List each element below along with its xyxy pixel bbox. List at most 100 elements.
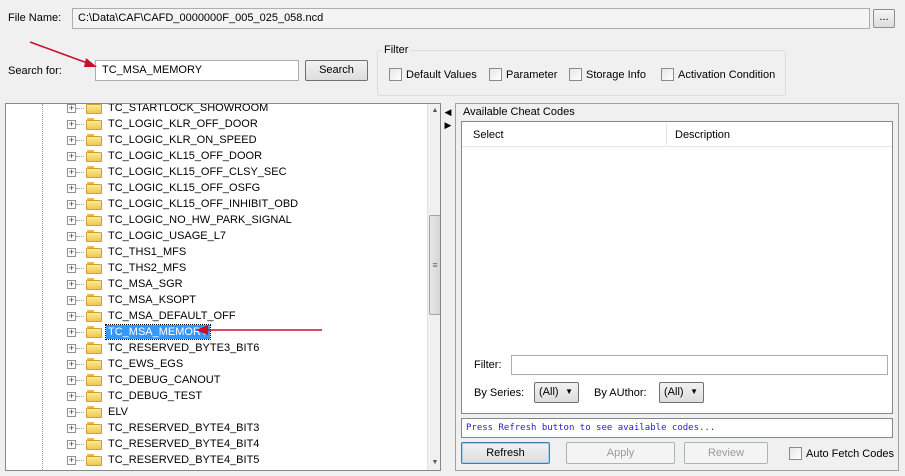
tree-node-label[interactable]: TC_RESERVED_BYTE3_BIT6 <box>106 341 261 355</box>
tree-node-label-selected[interactable]: TC_MSA_MEMORY <box>104 324 212 340</box>
tree-node-label[interactable]: TC_LOGIC_KL15_OFF_INHIBIT_OBD <box>106 197 300 211</box>
search-button[interactable]: Search <box>305 60 368 81</box>
storage-info-checkbox[interactable] <box>569 68 582 81</box>
tree-node-label[interactable]: ELV <box>106 405 130 419</box>
expand-plus-icon[interactable]: + <box>67 312 76 321</box>
expand-plus-icon[interactable]: + <box>67 152 76 161</box>
tree-node[interactable]: + TC_LOGIC_KL15_OFF_OSFG <box>6 180 426 196</box>
expand-plus-icon[interactable]: + <box>67 392 76 401</box>
tree-node[interactable]: + TC_RESERVED_BYTE3_BIT6 <box>6 340 426 356</box>
default-values-checkbox[interactable] <box>389 68 402 81</box>
tree-node[interactable]: + TC_DEBUG_TEST <box>6 388 426 404</box>
tree-node-label[interactable]: TC_RESERVED_BYTE4_BIT5 <box>106 453 261 467</box>
tree-node[interactable]: + TC_LOGIC_KLR_ON_SPEED <box>6 132 426 148</box>
tree-node-label[interactable]: TC_MSA_KSOPT <box>106 293 198 307</box>
tree-node[interactable]: + TC_RESERVED_BYTE4_BIT3 <box>6 420 426 436</box>
tree-node-label[interactable]: TC_DEBUG_CANOUT <box>106 373 222 387</box>
column-description[interactable]: Description <box>675 129 730 141</box>
expand-plus-icon[interactable]: + <box>67 344 76 353</box>
tree-node[interactable]: + TC_LOGIC_KL15_OFF_CLSY_SEC <box>6 164 426 180</box>
tree-connector <box>76 268 84 269</box>
expand-plus-icon[interactable]: + <box>67 328 76 337</box>
expand-plus-icon[interactable]: + <box>67 248 76 257</box>
expand-plus-icon[interactable]: + <box>67 456 76 465</box>
browse-button[interactable]: ... <box>873 9 895 28</box>
expand-plus-icon[interactable]: + <box>67 232 76 241</box>
tree-node-label[interactable]: TC_THS1_MFS <box>106 245 188 259</box>
file-name-field[interactable]: C:\Data\CAF\CAFD_0000000F_005_025_058.nc… <box>72 8 870 29</box>
expand-plus-icon[interactable]: + <box>67 216 76 225</box>
filter-parameter[interactable]: Parameter <box>489 68 557 81</box>
tree-node-label[interactable]: TC_THS2_MFS <box>106 261 188 275</box>
expand-right-icon[interactable]: ▶ <box>443 120 453 131</box>
tree-node-label[interactable]: TC_RESERVED_BYTE4_BIT4 <box>106 437 261 451</box>
collapse-left-icon[interactable]: ◀ <box>443 107 453 118</box>
search-input[interactable]: TC_MSA_MEMORY <box>95 60 299 81</box>
auto-fetch-option[interactable]: Auto Fetch Codes <box>789 447 894 460</box>
expand-plus-icon[interactable]: + <box>67 184 76 193</box>
tree-node-label[interactable]: TC_LOGIC_NO_HW_PARK_SIGNAL <box>106 213 294 227</box>
tree-scrollbar[interactable]: ▲ ≡ ▼ <box>427 104 440 470</box>
expand-plus-icon[interactable]: + <box>67 280 76 289</box>
code-filter-input[interactable] <box>511 355 888 375</box>
review-button[interactable]: Review <box>684 442 768 464</box>
tree-node[interactable]: + TC_LOGIC_KL15_OFF_INHIBIT_OBD <box>6 196 426 212</box>
expand-plus-icon[interactable]: + <box>67 376 76 385</box>
filter-activation-condition[interactable]: Activation Condition <box>661 68 775 81</box>
expand-plus-icon[interactable]: + <box>67 264 76 273</box>
tree-node-label[interactable]: TC_LOGIC_KL15_OFF_DOOR <box>106 149 264 163</box>
tree-node[interactable]: + TC_LOGIC_USAGE_L7 <box>6 228 426 244</box>
tree-node[interactable]: + TC_LOGIC_KLR_OFF_DOOR <box>6 116 426 132</box>
expand-plus-icon[interactable]: + <box>67 440 76 449</box>
column-divider[interactable] <box>666 124 667 145</box>
column-select[interactable]: Select <box>473 129 504 141</box>
tree-node[interactable]: + ELV <box>6 404 426 420</box>
expand-plus-icon[interactable]: + <box>67 200 76 209</box>
tree-node[interactable]: + TC_THS2_MFS <box>6 260 426 276</box>
auto-fetch-checkbox[interactable] <box>789 447 802 460</box>
filter-default-values[interactable]: Default Values <box>389 68 477 81</box>
tree-node-label[interactable]: TC_LOGIC_KLR_ON_SPEED <box>106 133 259 147</box>
tree-node-label[interactable]: TC_MSA_DEFAULT_OFF <box>106 309 238 323</box>
tree-node[interactable]: + TC_LOGIC_NO_HW_PARK_SIGNAL <box>6 212 426 228</box>
tree-node[interactable]: + TC_DEBUG_CANOUT <box>6 372 426 388</box>
tree-node[interactable]: + TC_RESERVED_BYTE4_BIT4 <box>6 436 426 452</box>
tree-node[interactable]: + TC_MSA_DEFAULT_OFF <box>6 308 426 324</box>
scroll-down-icon[interactable]: ▼ <box>428 456 440 470</box>
expand-plus-icon[interactable]: + <box>67 424 76 433</box>
tree-node-label[interactable]: TC_LOGIC_KLR_OFF_DOOR <box>106 117 260 131</box>
expand-plus-icon[interactable]: + <box>67 168 76 177</box>
expand-plus-icon[interactable]: + <box>67 408 76 417</box>
code-tree[interactable]: + TC_STARTLOCK_SHOWROOM + TC_LOGIC_KLR_OFF_… <box>5 103 441 471</box>
tree-node-label[interactable]: TC_EWS_EGS <box>106 357 185 371</box>
tree-node-label[interactable]: TC_LOGIC_KL15_OFF_OSFG <box>106 181 262 195</box>
expand-plus-icon[interactable]: + <box>67 120 76 129</box>
by-series-select[interactable]: (All) ▼ <box>534 382 579 403</box>
expand-plus-icon[interactable]: + <box>67 296 76 305</box>
tree-node[interactable]: + TC_EWS_EGS <box>6 356 426 372</box>
activation-condition-checkbox[interactable] <box>661 68 674 81</box>
filter-storage-info[interactable]: Storage Info <box>569 68 646 81</box>
scroll-up-icon[interactable]: ▲ <box>428 104 440 118</box>
tree-node-label[interactable]: TC_STARTLOCK_SHOWROOM <box>106 104 270 115</box>
tree-node[interactable]: + TC_STARTLOCK_SHOWROOM <box>6 104 426 116</box>
tree-node[interactable]: + TC_MSA_SGR <box>6 276 426 292</box>
tree-node[interactable]: + TC_MSA_MEMORY <box>6 324 426 340</box>
tree-node-label[interactable]: TC_LOGIC_USAGE_L7 <box>106 229 228 243</box>
tree-node[interactable]: + TC_RESERVED_BYTE4_BIT5 <box>6 452 426 468</box>
apply-button[interactable]: Apply <box>566 442 675 464</box>
tree-node-label[interactable]: TC_DEBUG_TEST <box>106 389 204 403</box>
tree-node-label[interactable]: TC_MSA_SGR <box>106 277 185 291</box>
tree-node[interactable]: + TC_MSA_KSOPT <box>6 292 426 308</box>
tree-node[interactable]: + TC_LOGIC_KL15_OFF_DOOR <box>6 148 426 164</box>
scrollbar-thumb[interactable]: ≡ <box>429 215 440 315</box>
tree-node-label[interactable]: TC_LOGIC_KL15_OFF_CLSY_SEC <box>106 165 289 179</box>
by-author-select[interactable]: (All) ▼ <box>659 382 704 403</box>
tree-node-label[interactable]: TC_RESERVED_BYTE4_BIT3 <box>106 421 261 435</box>
expand-plus-icon[interactable]: + <box>67 104 76 113</box>
tree-node[interactable]: + TC_THS1_MFS <box>6 244 426 260</box>
refresh-button[interactable]: Refresh <box>461 442 550 464</box>
expand-plus-icon[interactable]: + <box>67 360 76 369</box>
expand-plus-icon[interactable]: + <box>67 136 76 145</box>
parameter-checkbox[interactable] <box>489 68 502 81</box>
